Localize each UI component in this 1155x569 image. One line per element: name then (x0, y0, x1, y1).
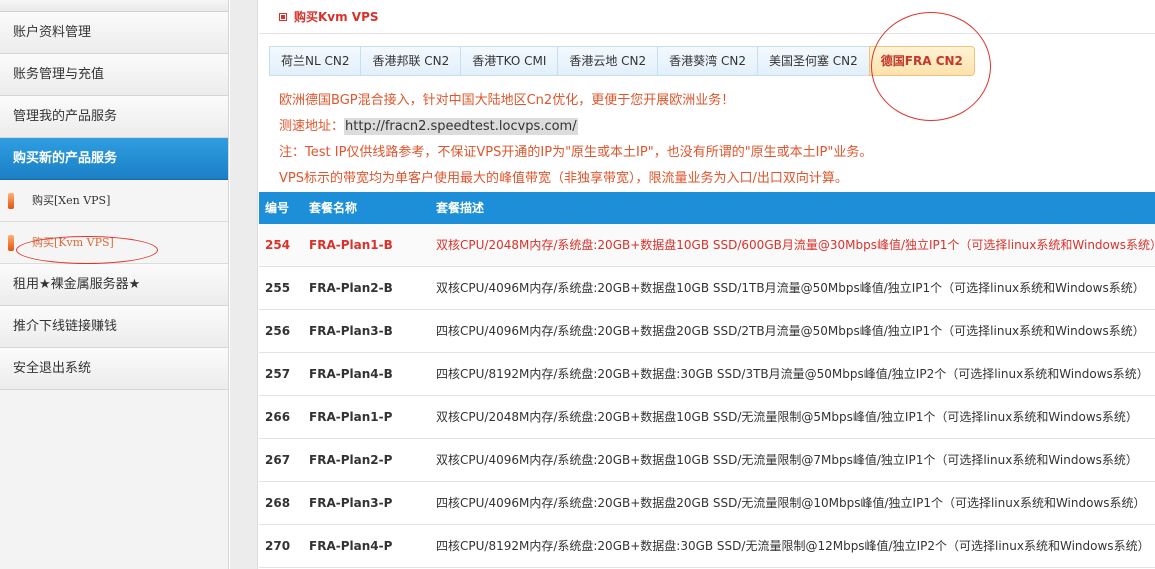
cell-id: 268 (265, 496, 291, 510)
cell-name: FRA-Plan1-B (309, 238, 393, 252)
cell-name: FRA-Plan2-P (309, 453, 393, 467)
sidebar-subitem-buy-kvm[interactable]: 购买[Kvm VPS] (0, 222, 228, 264)
cell-id: 266 (265, 410, 291, 424)
cell-desc: 双核CPU/2048M内存/系统盘:20GB+数据盘10GB SSD/600GB… (436, 238, 1155, 252)
tab-hk-kwaiwan-cn2[interactable]: 香港葵湾 CN2 (657, 46, 758, 76)
sidebar-subitem-buy-xen[interactable]: 购买[Xen VPS] (0, 180, 228, 222)
tab-hk-yundi-cn2[interactable]: 香港云地 CN2 (557, 46, 659, 76)
cell-id: 254 (265, 238, 291, 252)
table-row[interactable]: 256 FRA-Plan3-B 四核CPU/4096M内存/系统盘:20GB+数… (259, 310, 1155, 353)
speedtest-url[interactable]: http://fracn2.speedtest.locvps.com/ (344, 118, 578, 135)
annotation-circle (16, 236, 158, 264)
cell-desc: 双核CPU/2048M内存/系统盘:20GB+数据盘10GB SSD/无流量限制… (436, 410, 1138, 424)
tab-us-sanjose-cn2[interactable]: 美国圣何塞 CN2 (756, 46, 870, 76)
cell-id: 256 (265, 324, 291, 338)
sidebar-top-edge (0, 0, 228, 12)
speedtest-line: 测速地址：http://fracn2.speedtest.locvps.com/ (279, 114, 872, 140)
note-line: 注：Test IP仅供线路参考，不保证VPS开通的IP为"原生或本土IP"，也没… (279, 145, 873, 160)
cell-name: FRA-Plan3-B (309, 324, 393, 338)
table-row[interactable]: 254 FRA-Plan1-B 双核CPU/2048M内存/系统盘:20GB+数… (259, 224, 1155, 267)
cell-desc: 四核CPU/8192M内存/系统盘:20GB+数据盘:30GB SSD/3TB月… (436, 367, 1149, 381)
bullet-icon (8, 193, 14, 209)
table-row[interactable]: 267 FRA-Plan2-P 双核CPU/4096M内存/系统盘:20GB+数… (259, 439, 1155, 482)
tab-nl-cn2[interactable]: 荷兰NL CN2 (269, 46, 362, 76)
sidebar-gutter (230, 0, 258, 569)
header-desc: 套餐描述 (436, 201, 485, 215)
annotation-circle (871, 12, 991, 121)
sidebar-item-manage-products[interactable]: 管理我的产品服务 (0, 96, 228, 138)
sidebar-item-buy-products[interactable]: 购买新的产品服务 (0, 138, 228, 180)
cell-desc: 双核CPU/4096M内存/系统盘:20GB+数据盘10GB SSD/无流量限制… (436, 453, 1138, 467)
sidebar-subitem-label: 购买[Xen VPS] (32, 194, 111, 207)
tab-hk-tko-cmi[interactable]: 香港TKO CMI (460, 46, 559, 76)
title-square-icon (279, 13, 287, 21)
sidebar-item-account-profile[interactable]: 账户资料管理 (0, 12, 228, 54)
note-line: 欧洲德国BGP混合接入，针对中国大陆地区Cn2优化，更便于您开展欧洲业务！ (279, 93, 735, 108)
page-title: 购买Kvm VPS (259, 0, 1155, 34)
sidebar-item-referral[interactable]: 推介下线链接赚钱 (0, 306, 228, 348)
cell-name: FRA-Plan1-P (309, 410, 393, 424)
cell-name: FRA-Plan3-P (309, 496, 393, 510)
main-content: 购买Kvm VPS 荷兰NL CN2 香港邦联 CN2 香港TKO CMI 香港… (259, 0, 1155, 569)
cell-name: FRA-Plan2-B (309, 281, 393, 295)
header-id: 编号 (265, 201, 290, 215)
region-tabs: 荷兰NL CN2 香港邦联 CN2 香港TKO CMI 香港云地 CN2 香港葵… (269, 46, 975, 76)
table-row[interactable]: 266 FRA-Plan1-P 双核CPU/2048M内存/系统盘:20GB+数… (259, 396, 1155, 439)
plans-table: 编号 套餐名称 套餐描述 254 FRA-Plan1-B 双核CPU/2048M… (259, 192, 1155, 568)
sidebar-item-bare-metal[interactable]: 租用★裸金属服务器★ (0, 264, 228, 306)
table-row[interactable]: 270 FRA-Plan4-P 四核CPU/8192M内存/系统盘:20GB+数… (259, 525, 1155, 568)
table-header: 编号 套餐名称 套餐描述 (259, 192, 1155, 224)
cell-id: 255 (265, 281, 291, 295)
cell-desc: 双核CPU/4096M内存/系统盘:20GB+数据盘10GB SSD/1TB月流… (436, 281, 1145, 295)
table-row[interactable]: 257 FRA-Plan4-B 四核CPU/8192M内存/系统盘:20GB+数… (259, 353, 1155, 396)
note-line: VPS标示的带宽均为单客户使用最大的峰值带宽（非独享带宽），限流量业务为入口/出… (279, 171, 848, 186)
cell-name: FRA-Plan4-B (309, 367, 393, 381)
cell-desc: 四核CPU/4096M内存/系统盘:20GB+数据盘20GB SSD/无流量限制… (436, 496, 1146, 510)
bullet-icon (8, 235, 14, 251)
cell-id: 257 (265, 367, 291, 381)
tab-hk-banglian-cn2[interactable]: 香港邦联 CN2 (360, 46, 462, 76)
table-row[interactable]: 255 FRA-Plan2-B 双核CPU/4096M内存/系统盘:20GB+数… (259, 267, 1155, 310)
cell-desc: 四核CPU/8192M内存/系统盘:20GB+数据盘:30GB SSD/无流量限… (436, 539, 1150, 553)
cell-id: 270 (265, 539, 291, 553)
cell-id: 267 (265, 453, 291, 467)
page-title-text: 购买Kvm VPS (294, 10, 379, 24)
notes: 欧洲德国BGP混合接入，针对中国大陆地区Cn2优化，更便于您开展欧洲业务！ 测速… (279, 88, 872, 192)
sidebar: 账户资料管理 账务管理与充值 管理我的产品服务 购买新的产品服务 购买[Xen … (0, 0, 229, 569)
sidebar-item-billing[interactable]: 账务管理与充值 (0, 54, 228, 96)
speedtest-label: 测速地址： (279, 119, 345, 134)
table-row[interactable]: 268 FRA-Plan3-P 四核CPU/4096M内存/系统盘:20GB+数… (259, 482, 1155, 525)
cell-desc: 四核CPU/4096M内存/系统盘:20GB+数据盘20GB SSD/2TB月流… (436, 324, 1145, 338)
sidebar-item-logout[interactable]: 安全退出系统 (0, 348, 228, 390)
header-name: 套餐名称 (309, 201, 358, 215)
cell-name: FRA-Plan4-P (309, 539, 393, 553)
